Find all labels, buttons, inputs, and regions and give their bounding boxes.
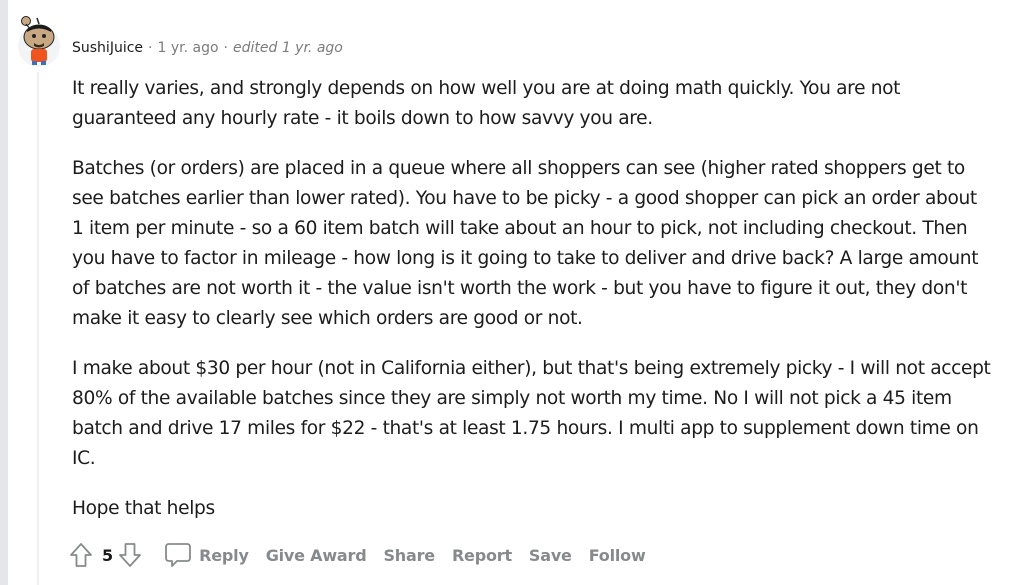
- author-name[interactable]: SushiJuice: [72, 40, 143, 56]
- comment-body: It really varies, and strongly depends o…: [72, 74, 992, 544]
- follow-button[interactable]: Follow: [589, 546, 646, 565]
- comment-actions: 5 Reply Give Award Share Report Save Fol…: [68, 538, 663, 572]
- separator: ·: [223, 40, 228, 56]
- give-award-button[interactable]: Give Award: [266, 546, 367, 565]
- comment-paragraph: It really varies, and strongly depends o…: [72, 78, 901, 129]
- thread-collapse-line[interactable]: [37, 72, 39, 585]
- comment-paragraph: I make about $30 per hour (not in Califo…: [72, 358, 991, 469]
- downvote-arrow-icon[interactable]: [117, 541, 143, 569]
- edited-timestamp: edited 1 yr. ago: [232, 40, 343, 56]
- speech-bubble-icon[interactable]: [163, 540, 193, 570]
- comment-paragraph: Batches (or orders) are placed in a queu…: [72, 158, 979, 329]
- report-button[interactable]: Report: [452, 546, 512, 565]
- save-button[interactable]: Save: [529, 546, 572, 565]
- share-button[interactable]: Share: [383, 546, 435, 565]
- reply-button[interactable]: Reply: [199, 546, 249, 565]
- timestamp[interactable]: 1 yr. ago: [157, 40, 218, 56]
- upvote-arrow-icon[interactable]: [68, 541, 94, 569]
- vote-score: 5: [102, 545, 114, 565]
- separator: ·: [148, 40, 153, 56]
- comment-paragraph: Hope that helps: [72, 498, 215, 519]
- avatar[interactable]: [17, 12, 61, 68]
- comment-meta: SushiJuice · 1 yr. ago · edited 1 yr. ago: [72, 40, 343, 56]
- left-rail: [0, 0, 8, 585]
- snoo-avatar-icon: [18, 16, 60, 67]
